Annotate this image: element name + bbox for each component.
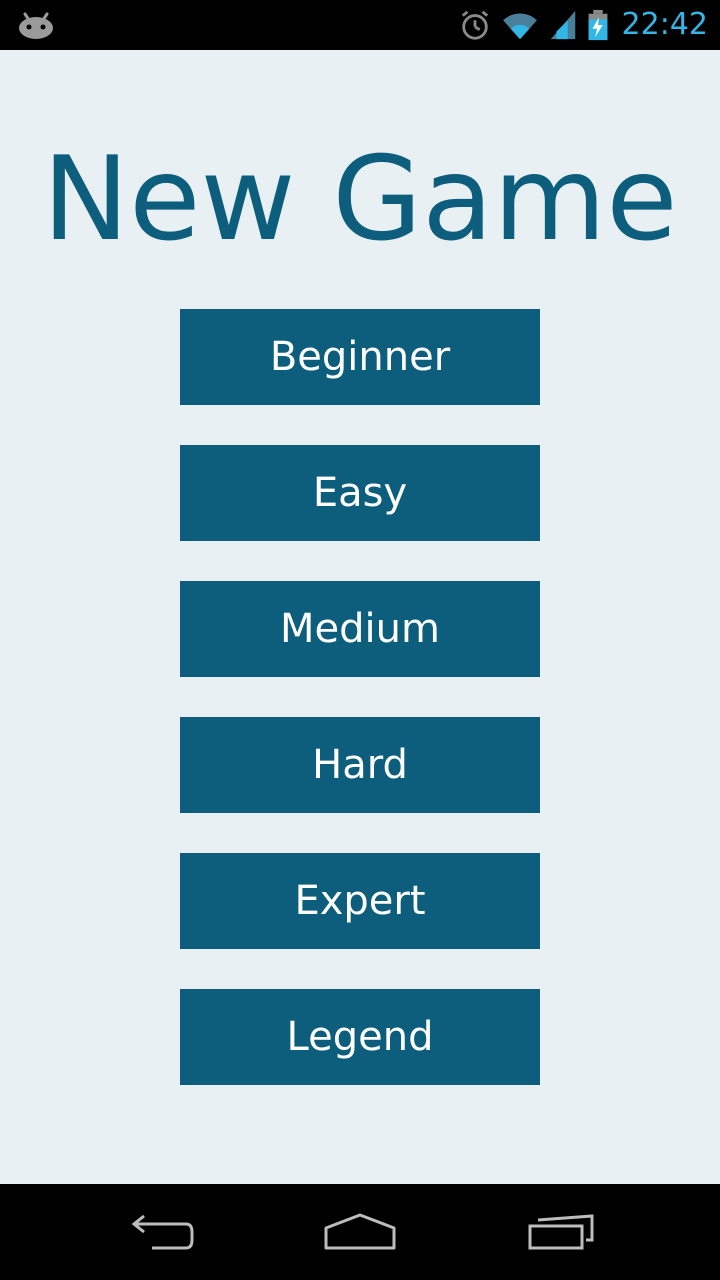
home-icon [324, 1213, 396, 1250]
legend-button[interactable]: Legend [180, 989, 540, 1085]
easy-button[interactable]: Easy [180, 445, 540, 541]
new-game-screen: New Game Beginner Easy Medium Hard Exper… [0, 50, 720, 1184]
signal-icon [550, 10, 575, 40]
back-icon [131, 1214, 194, 1250]
beginner-button[interactable]: Beginner [180, 309, 540, 405]
status-bar: 22:42 [0, 0, 720, 50]
medium-button[interactable]: Medium [180, 581, 540, 677]
expert-button[interactable]: Expert [180, 853, 540, 949]
status-clock: 22:42 [621, 7, 708, 42]
hard-button[interactable]: Hard [180, 717, 540, 813]
wifi-icon [502, 13, 537, 40]
status-icons: 22:42 [458, 0, 708, 50]
page-title: New Game [42, 132, 678, 267]
navigation-bar [0, 1184, 720, 1280]
recent-apps-icon [528, 1214, 594, 1250]
home-button[interactable] [300, 1204, 420, 1260]
difficulty-menu: Beginner Easy Medium Hard Expert Legend [180, 309, 540, 1125]
back-button[interactable] [100, 1204, 220, 1260]
android-debug-icon [19, 12, 53, 39]
recent-apps-button[interactable] [502, 1204, 622, 1260]
battery-charging-icon [588, 9, 607, 41]
alarm-icon [461, 10, 488, 40]
